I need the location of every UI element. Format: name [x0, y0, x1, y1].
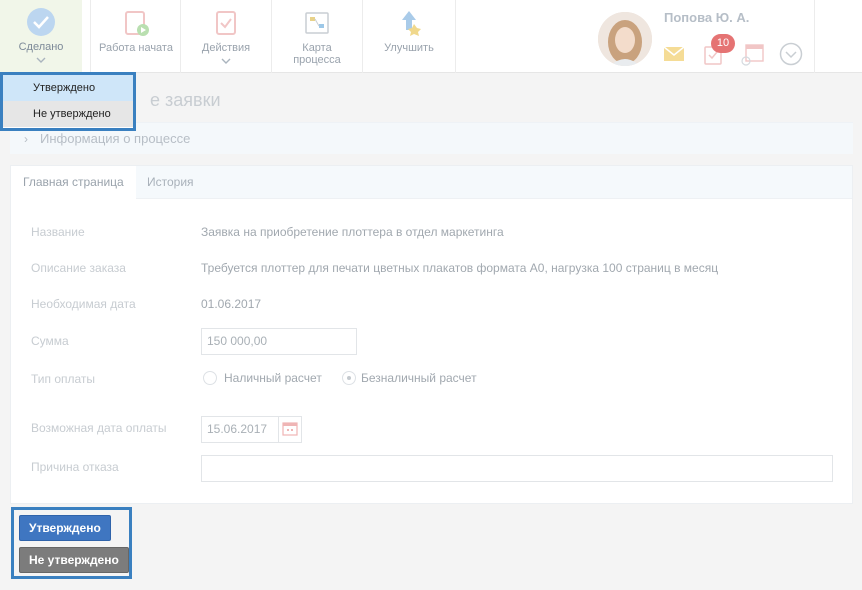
radio-cash[interactable] [203, 371, 217, 385]
sum-label: Сумма [31, 334, 69, 348]
page-title: е заявки [150, 90, 221, 110]
actions-label: Действия [201, 42, 251, 54]
chevron-down-icon [221, 58, 231, 64]
chevron-right-icon: › [24, 132, 28, 146]
approve-button[interactable]: Утверждено [19, 515, 111, 541]
process-map-button[interactable]: Карта процесса [272, 0, 362, 73]
user-photo-icon [598, 12, 652, 66]
tab-bar: Главная страница История [11, 166, 852, 199]
status-dropdown-menu: Утверждено Не утверждено [0, 72, 136, 131]
process-info-section[interactable]: › Информация о процессе [10, 122, 853, 154]
description-value: Требуется плоттер для печати цветных пла… [201, 261, 719, 275]
calendar-icon [282, 422, 298, 436]
reject-reason-label: Причина отказа [31, 460, 119, 474]
description-label: Описание заказа [31, 261, 126, 275]
tab-history[interactable]: История [135, 166, 206, 199]
actions-button[interactable]: Действия [182, 0, 270, 73]
radio-cash-label: Наличный расчет [224, 371, 322, 385]
sum-input[interactable]: 150 000,00 [201, 328, 357, 355]
payment-date-label: Возможная дата оплаты [31, 421, 167, 435]
chevron-down-circle-icon[interactable] [779, 42, 803, 66]
calendar-icon[interactable] [740, 44, 764, 66]
required-date-value: 01.06.2017 [201, 297, 262, 311]
toolbar-divider [180, 0, 181, 73]
name-label: Название [31, 225, 85, 239]
reject-button[interactable]: Не утверждено [19, 547, 129, 573]
check-circle-icon [27, 8, 55, 36]
done-label: Сделано [18, 41, 64, 53]
dropdown-item-not-approved[interactable]: Не утверждено [3, 101, 133, 127]
toolbar-divider [455, 0, 456, 73]
toolbar-divider [814, 0, 815, 73]
reject-reason-input[interactable] [201, 455, 833, 482]
clipboard-check-icon [216, 11, 236, 35]
chevron-down-icon [36, 57, 46, 63]
dropdown-item-approved[interactable]: Утверждено [3, 75, 133, 101]
payment-date-input[interactable]: 15.06.2017 [201, 416, 279, 443]
process-info-label: Информация о процессе [40, 131, 191, 146]
main-panel: Главная страница История Название Заявка… [10, 165, 853, 504]
name-value: Заявка на приобретение плоттера в отдел … [201, 225, 504, 239]
payment-type-label: Тип оплаты [31, 372, 96, 386]
improve-button[interactable]: Улучшить [364, 0, 454, 73]
done-button[interactable]: Сделано [0, 0, 82, 73]
toolbar-divider [90, 0, 91, 73]
radio-noncash-label: Безналичный расчет [361, 371, 477, 385]
radio-noncash[interactable] [342, 371, 356, 385]
user-name[interactable]: Попова Ю. А. [664, 10, 749, 25]
clipboard-play-icon [125, 11, 149, 36]
mail-icon[interactable] [663, 46, 685, 62]
date-picker-button[interactable] [278, 416, 302, 443]
tab-main-page[interactable]: Главная страница [11, 166, 136, 199]
process-map-label: Карта процесса [293, 42, 341, 66]
toolbar-divider [362, 0, 363, 73]
decision-buttons-group: Утверждено Не утверждено [11, 507, 132, 579]
tasks-badge: 10 [711, 34, 735, 53]
work-started-button[interactable]: Работа начата [92, 0, 180, 73]
required-date-label: Необходимая дата [31, 297, 136, 311]
work-started-label: Работа начата [99, 42, 173, 54]
avatar[interactable] [598, 12, 652, 66]
process-map-icon [305, 12, 329, 34]
improve-label: Улучшить [384, 42, 434, 54]
toolbar: Сделано Работа начата Действия Карта про… [0, 0, 862, 73]
improve-icon [402, 11, 421, 36]
